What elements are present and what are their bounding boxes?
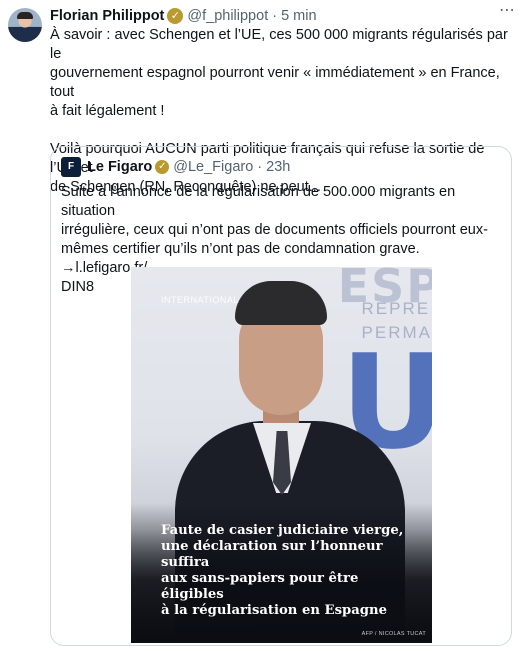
image-caption-line: Faute de casier judiciaire vierge,	[161, 523, 404, 538]
quoted-text-line: irrégulière, ceux qui n’ont pas de docum…	[61, 222, 488, 238]
image-caption-line: aux sans-papiers pour être éligibles	[161, 571, 359, 602]
separator-dot: ·	[257, 159, 263, 175]
quoted-post-time: 23h	[266, 159, 291, 175]
post-text-line: À savoir : avec Schengen et l’UE, ces 50…	[50, 27, 508, 62]
more-options-icon[interactable]: ⋯	[499, 0, 516, 20]
quoted-author-handle: @Le_Figaro	[173, 159, 254, 175]
verified-badge-icon: ✓	[167, 8, 184, 24]
image-caption-line: à la régularisation en Espagne	[161, 603, 387, 618]
separator-dot: ·	[272, 8, 278, 24]
image-caption-line: une déclaration sur l’honneur suffira	[161, 539, 383, 570]
quoted-text-line: Suite à l’annonce de la régularisation d…	[61, 184, 456, 219]
author-handle[interactable]: @f_philippot	[187, 8, 268, 24]
verified-badge-icon: ✓	[155, 160, 170, 174]
image-caption: Faute de casier judiciaire vierge, une d…	[161, 523, 411, 619]
post-image[interactable]: ESP REPRE PERMA U INTERNATIONAL Faute de…	[131, 267, 432, 643]
photo-credit: AFP / NICOLAS TUCAT	[361, 631, 426, 637]
author-name[interactable]: Florian Philippot	[50, 8, 164, 24]
quoted-post-card[interactable]: F Le Figaro ✓ @Le_Figaro · 23h Suite à l…	[50, 146, 512, 646]
author-avatar[interactable]	[8, 8, 42, 42]
quoted-post-header: F Le Figaro ✓ @Le_Figaro · 23h	[61, 157, 290, 177]
post-header: Florian Philippot ✓ @f_philippot · 5 min	[50, 6, 510, 26]
post-time[interactable]: 5 min	[281, 8, 316, 24]
quoted-author-name: Le Figaro	[87, 159, 153, 175]
quoted-author-avatar: F	[61, 157, 81, 177]
post-text-line: à fait légalement !	[50, 103, 165, 119]
image-section-tag: INTERNATIONAL	[161, 295, 239, 305]
post-text-line: gouvernement espagnol pourront venir « i…	[50, 65, 500, 100]
